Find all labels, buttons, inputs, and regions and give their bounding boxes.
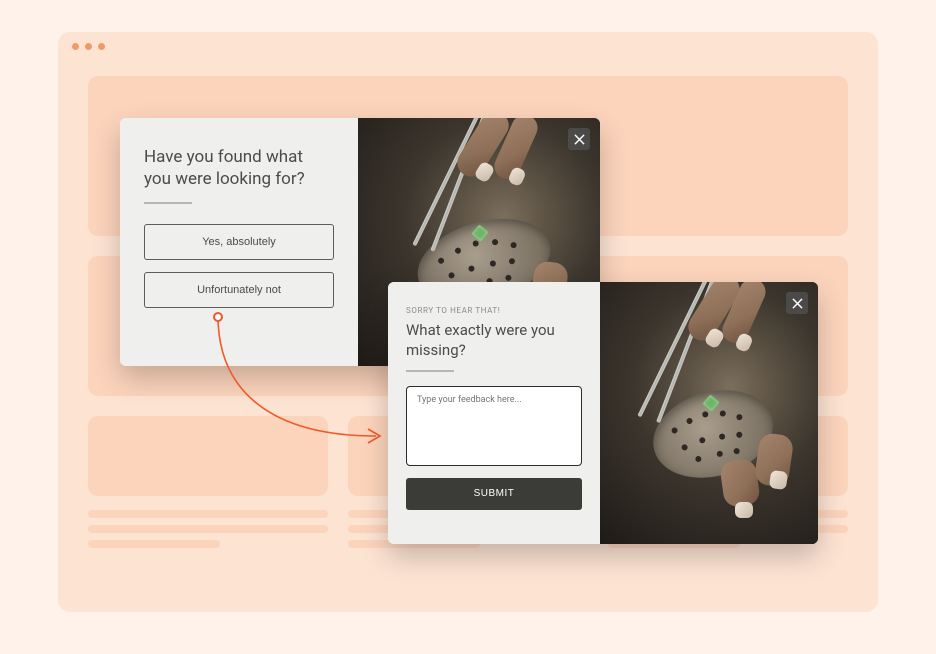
skeleton-line [88,525,328,533]
browser-titlebar [58,32,878,60]
close-icon [574,134,585,145]
answer-no-button[interactable]: Unfortunately not [144,272,334,308]
skeleton-line [88,510,328,518]
survey-question: Have you found what you were looking for… [144,146,334,190]
survey-panel: SORRY TO HEAR THAT! What exactly were yo… [388,282,600,544]
window-dot [98,43,105,50]
survey-modal-step2: SORRY TO HEAR THAT! What exactly were yo… [388,282,818,544]
divider [406,370,454,372]
survey-panel: Have you found what you were looking for… [120,118,358,366]
survey-question: What exactly were you missing? [406,321,582,360]
window-dot [85,43,92,50]
survey-image [600,282,818,544]
skeleton-line [88,540,220,548]
close-icon [792,298,803,309]
survey-overline: SORRY TO HEAR THAT! [406,306,582,315]
divider [144,202,192,204]
feedback-textarea[interactable] [406,386,582,466]
answer-yes-button[interactable]: Yes, absolutely [144,224,334,260]
submit-button[interactable]: SUBMIT [406,478,582,510]
flow-source-dot [213,312,223,322]
window-dot [72,43,79,50]
close-button[interactable] [786,292,808,314]
skeleton-card [88,416,328,555]
close-button[interactable] [568,128,590,150]
skeleton-image [88,416,328,496]
